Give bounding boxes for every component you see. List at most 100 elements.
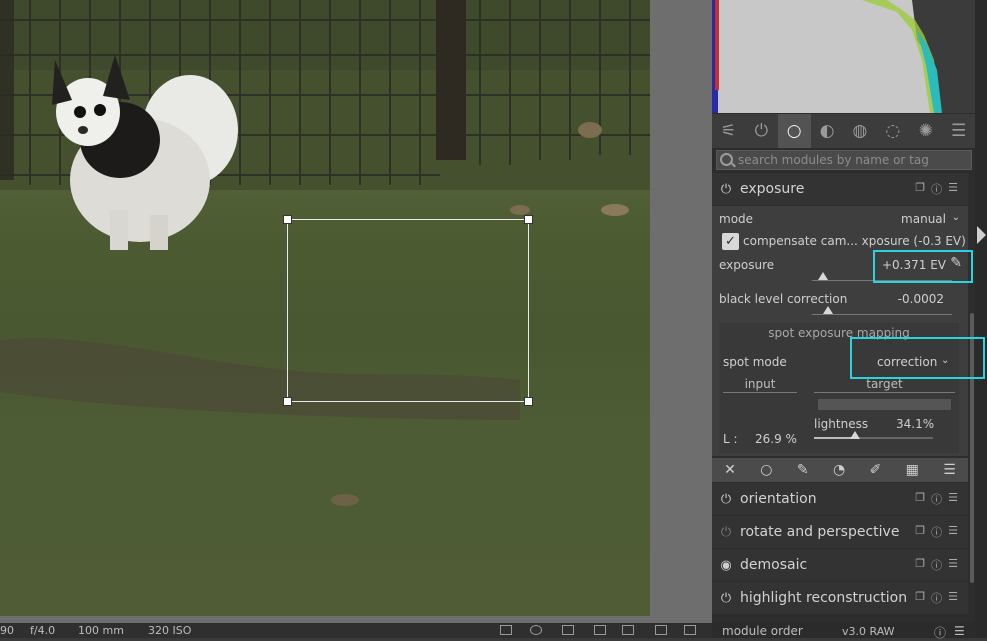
mode-value: manual [901, 212, 946, 226]
reset-icon[interactable]: ⓘ [931, 557, 942, 573]
multi-instance-icon[interactable]: ❐ [915, 181, 925, 197]
module-order-label: module order [722, 624, 803, 638]
module-group-tabs: ⚟ ⏻ ○ ◐ ◍ ◌ ✺ ☰ [712, 114, 975, 148]
reset-icon[interactable]: ⓘ [931, 491, 942, 507]
base-group-icon[interactable]: ○ [777, 114, 811, 148]
exposure-slider-marker[interactable] [818, 272, 828, 280]
selection-handle-top-right[interactable] [524, 215, 533, 224]
compensate-row[interactable]: compensate cam... xposure (-0.3 EV) [743, 234, 984, 248]
image-info-bar: 90 f/4.0 100 mm 320 ISO [0, 623, 712, 638]
presets-icon[interactable]: ☰ [948, 524, 958, 540]
presets-icon[interactable]: ☰ [948, 590, 958, 606]
spot-mode-label: spot mode [723, 355, 787, 369]
reset-icon[interactable]: ⓘ [931, 590, 942, 606]
module-demosaic[interactable]: ◉ demosaic ❐ ⓘ ☰ [712, 549, 968, 581]
drawn-mask-icon[interactable]: ✎ [797, 462, 809, 478]
lightness-slider-marker[interactable] [849, 431, 860, 439]
compensate-label: compensate cam... xposure (-0.3 EV) [743, 234, 966, 248]
highlight-exposure-value [873, 250, 973, 283]
module-name: rotate and perspective [740, 524, 900, 540]
module-orientation[interactable]: ⏻ orientation ❐ ⓘ ☰ [712, 483, 968, 515]
black-level-slider[interactable]: black level correction -0.0002 [719, 292, 960, 306]
search-icon [720, 153, 733, 166]
selection-handle-top-left[interactable] [283, 215, 292, 224]
effect-group-icon[interactable]: ✺ [909, 114, 942, 148]
module-title: exposure [740, 181, 805, 197]
guides-icon[interactable] [684, 625, 696, 635]
selection-handle-bottom-right[interactable] [524, 397, 533, 406]
selection-handle-bottom-left[interactable] [283, 397, 292, 406]
no-mask-icon[interactable]: ✕ [724, 462, 736, 478]
presets-icon[interactable]: ☰ [948, 181, 958, 197]
drawn-parametric-mask-icon[interactable]: ✐ [870, 462, 882, 478]
mode-combobox[interactable]: mode manual ⌄ [719, 212, 960, 226]
spot-selection-rectangle[interactable] [283, 215, 533, 406]
multi-instance-icon[interactable]: ❐ [915, 557, 925, 573]
correct-group-icon[interactable]: ◌ [876, 114, 909, 148]
module-name: highlight reconstruction [740, 590, 908, 606]
histogram[interactable] [712, 0, 975, 113]
compensate-checkbox[interactable]: ✓ [722, 233, 739, 250]
reset-icon[interactable]: ⓘ [931, 181, 942, 197]
lightness-value: 34.1% [896, 417, 935, 431]
spot-target-header: target [814, 377, 955, 393]
highlight-spot-mode [850, 337, 985, 379]
clipping-icon[interactable] [594, 625, 606, 635]
black-level-slider-marker[interactable] [823, 306, 833, 314]
color-assessment-icon[interactable] [530, 625, 542, 635]
exposure-module-header[interactable]: ⏻ exposure ❐ ⓘ ☰ [712, 173, 968, 205]
target-color-swatch [818, 399, 951, 410]
raster-mask-icon[interactable]: ▦ [906, 462, 919, 478]
raw-overexposed-icon[interactable] [562, 625, 574, 635]
gamut-check-icon[interactable] [655, 625, 667, 635]
lightness-slider-fill [814, 437, 855, 439]
power-icon[interactable]: ⏻ [712, 525, 740, 540]
mask-menu-icon[interactable]: ☰ [943, 462, 956, 478]
panel-edge [975, 0, 987, 638]
chevron-down-icon: ⌄ [951, 212, 960, 223]
lightness-label: lightness [814, 417, 869, 431]
info-aperture: f/4.0 [30, 624, 56, 637]
search-input[interactable]: search modules by name or tag [716, 150, 972, 170]
module-name: orientation [740, 491, 817, 507]
spot-input-header: input [723, 377, 797, 393]
presets-icon[interactable]: ☰ [948, 557, 958, 573]
power-icon[interactable]: ⏻ [745, 114, 778, 148]
module-rotate-perspective[interactable]: ⏻ rotate and perspective ❐ ⓘ ☰ [712, 516, 968, 548]
color-group-icon[interactable]: ◍ [844, 114, 877, 148]
power-icon[interactable]: ⏻ [712, 182, 740, 197]
multi-instance-icon[interactable]: ❐ [915, 590, 925, 606]
multi-instance-icon[interactable]: ❐ [915, 491, 925, 507]
info-iso: 320 ISO [148, 624, 192, 637]
lightness-slider-track[interactable] [814, 437, 933, 439]
reset-icon[interactable]: ⓘ [931, 524, 942, 540]
presets-icon[interactable]: ☰ [954, 624, 965, 638]
black-level-value: -0.0002 [897, 292, 944, 306]
module-order-bar[interactable]: module order v3.0 RAW ⓘ ☰ [712, 622, 975, 641]
module-order-value: v3.0 RAW [842, 625, 895, 638]
softproof-icon[interactable] [622, 625, 634, 635]
info-focal: 100 mm [78, 624, 124, 637]
power-icon[interactable]: ⏻ [712, 591, 740, 606]
mode-label: mode [719, 212, 754, 226]
exposure-label: exposure [719, 258, 775, 272]
focus-peaking-icon[interactable] [500, 625, 512, 635]
power-icon[interactable]: ⏻ [712, 492, 740, 507]
reset-icon[interactable]: ⓘ [934, 624, 946, 641]
presets-icon[interactable]: ☰ [948, 491, 958, 507]
uniform-mask-icon[interactable]: ○ [760, 462, 772, 478]
always-on-icon: ◉ [720, 557, 732, 573]
parametric-mask-icon[interactable]: ◔ [833, 462, 845, 478]
module-name: demosaic [740, 557, 808, 573]
quick-access-icon[interactable]: ⚟ [712, 114, 745, 148]
spot-l-label: L : [723, 432, 738, 446]
module-highlight-reconstruction[interactable]: ⏻ highlight reconstruction ❐ ⓘ ☰ [712, 582, 968, 614]
lightness-slider[interactable]: lightness 34.1% [814, 417, 935, 431]
multi-instance-icon[interactable]: ❐ [915, 524, 925, 540]
black-level-label: black level correction [719, 292, 848, 306]
presets-menu-icon[interactable]: ☰ [942, 114, 975, 148]
tone-group-icon[interactable]: ◐ [811, 114, 844, 148]
spot-l-value: 26.9 % [755, 432, 797, 446]
info-left: 90 [0, 624, 14, 637]
black-level-slider-track[interactable] [812, 314, 952, 315]
